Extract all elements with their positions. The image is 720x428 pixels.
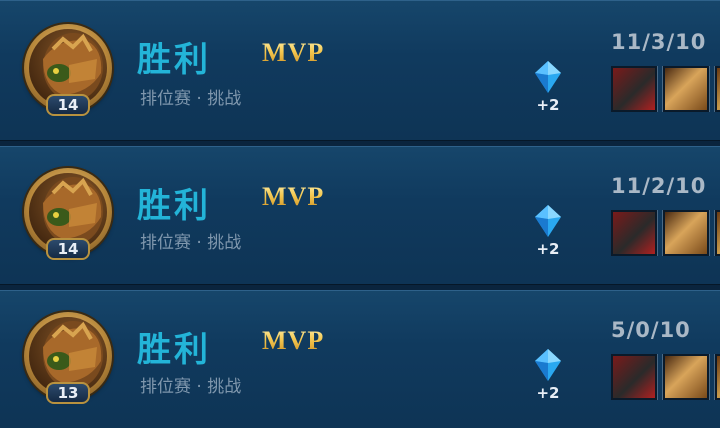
match-result: 胜利 (137, 330, 211, 370)
reward-count: +2 (536, 384, 560, 402)
hero-avatar: 13 (24, 312, 112, 404)
item-gold-gauntlet-icon (662, 66, 710, 112)
kda-score: 11/2/10 (611, 174, 707, 198)
match-mode: 排位赛 · 挑战 (140, 233, 242, 253)
hero-avatar: 14 (24, 168, 112, 260)
mvp-badge: MVP (262, 326, 325, 355)
item-gold-gauntlet-icon (662, 210, 710, 256)
kda-score: 11/3/10 (611, 30, 707, 54)
diamond-icon (533, 204, 563, 238)
match-row[interactable]: 14 胜利 MVP 排位赛 · 挑战 +2 11/3/10 (0, 0, 720, 140)
hero-avatar: 14 (24, 24, 112, 116)
kda-score: 5/0/10 (611, 318, 691, 342)
mvp-badge: MVP (262, 182, 325, 211)
equipment-list (611, 354, 720, 400)
hero-level-badge: 14 (46, 238, 90, 260)
match-mode: 排位赛 · 挑战 (140, 377, 242, 397)
item-bronze-icon (714, 210, 720, 256)
equipment-list (611, 66, 720, 112)
match-mode: 排位赛 · 挑战 (140, 89, 242, 109)
match-row[interactable]: 13 胜利 MVP 排位赛 · 挑战 +2 5/0/10 (0, 290, 720, 428)
item-bronze-icon (714, 354, 720, 400)
reward-count: +2 (536, 96, 560, 114)
mvp-badge: MVP (262, 38, 325, 67)
hero-level-badge: 14 (46, 94, 90, 116)
item-red-armor-icon (611, 354, 658, 400)
equipment-list (611, 210, 720, 256)
reward-count: +2 (536, 240, 560, 258)
item-gold-gauntlet-icon (662, 354, 710, 400)
diamond-icon (533, 348, 563, 382)
match-result: 胜利 (137, 40, 211, 80)
match-row[interactable]: 14 胜利 MVP 排位赛 · 挑战 +2 11/2/10 (0, 146, 720, 284)
match-result: 胜利 (137, 186, 211, 226)
hero-level-badge: 13 (46, 382, 90, 404)
item-red-armor-icon (611, 66, 658, 112)
item-bronze-icon (714, 66, 720, 112)
item-red-armor-icon (611, 210, 658, 256)
diamond-icon (533, 60, 563, 94)
match-history-list: 14 胜利 MVP 排位赛 · 挑战 +2 11/3/10 14 胜利 MVP … (0, 0, 720, 428)
